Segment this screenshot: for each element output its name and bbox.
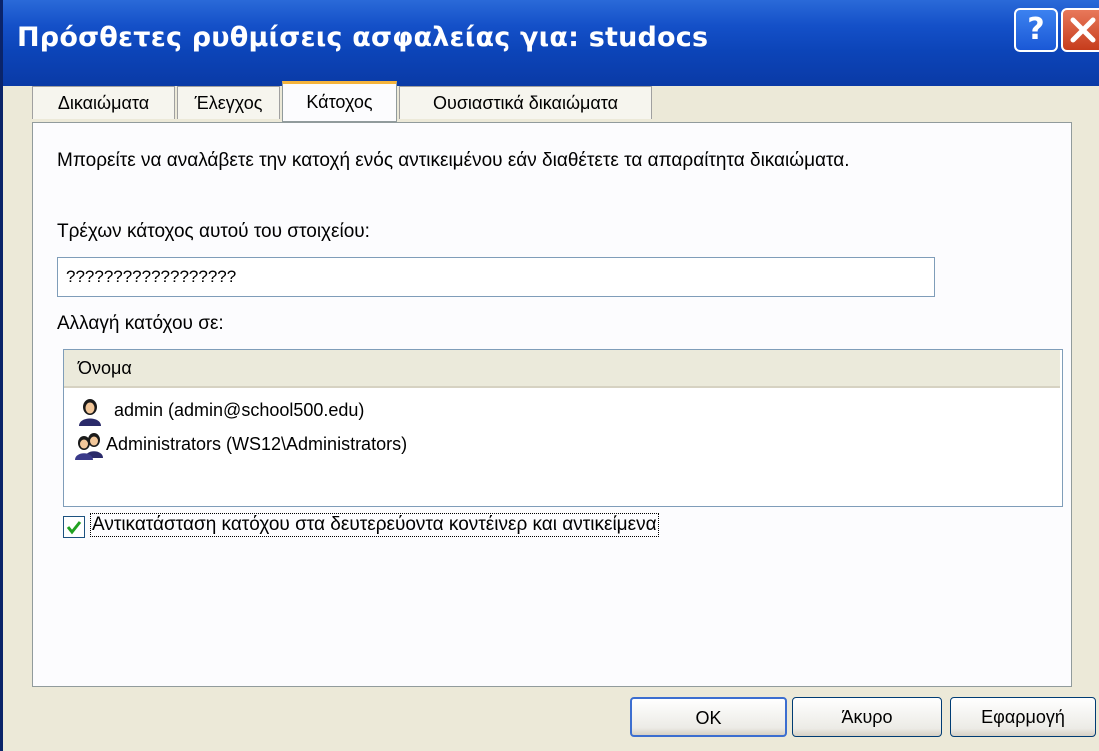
replace-owner-checkbox[interactable] (63, 516, 85, 538)
replace-owner-label[interactable]: Αντικατάσταση κατόχου στα δευτερεύοντα κ… (90, 513, 659, 537)
tab-effective-permissions[interactable]: Ουσιαστικά δικαιώματα (399, 86, 652, 119)
info-text: Μπορείτε να αναλάβετε την κατοχή ενός αν… (57, 150, 850, 171)
change-owner-label: Αλλαγή κατόχου σε: (57, 313, 224, 334)
close-icon (1070, 17, 1096, 43)
tab-auditing[interactable]: Έλεγχος (177, 86, 280, 119)
help-button[interactable]: ? (1014, 8, 1058, 52)
close-button[interactable] (1061, 8, 1099, 52)
list-item-label: Administrators (WS12\Administrators) (106, 434, 408, 454)
title-bar[interactable]: Πρόσθετες ρυθμίσεις ασφαλείας για: studo… (3, 0, 1099, 86)
owner-list[interactable]: Όνομα admin (admin@school500.edu) Admini… (63, 349, 1063, 507)
tab-permissions[interactable]: Δικαιώματα (32, 86, 175, 119)
security-settings-dialog: Πρόσθετες ρυθμίσεις ασφαλείας για: studo… (0, 0, 1099, 751)
user-icon (79, 399, 101, 426)
window-title: Πρόσθετες ρυθμίσεις ασφαλείας για: studo… (17, 22, 709, 53)
current-owner-label: Τρέχων κάτοχος αυτού του στοιχείου: (57, 221, 370, 242)
ok-button[interactable]: OK (630, 697, 787, 737)
current-owner-field: ?????????????????? (57, 257, 935, 297)
apply-button[interactable]: Εφαρμογή (950, 697, 1096, 737)
list-item-label: admin (admin@school500.edu) (114, 400, 365, 420)
cancel-button[interactable]: Άκυρο (792, 697, 942, 737)
owner-tab-panel: Μπορείτε να αναλάβετε την κατοχή ενός αν… (32, 122, 1072, 687)
list-header-name[interactable]: Όνομα (64, 350, 1060, 388)
checkmark-icon (66, 521, 82, 535)
list-header-label: Όνομα (78, 358, 132, 378)
tab-owner[interactable]: Κάτοχος (282, 81, 397, 122)
group-icon (75, 433, 103, 460)
